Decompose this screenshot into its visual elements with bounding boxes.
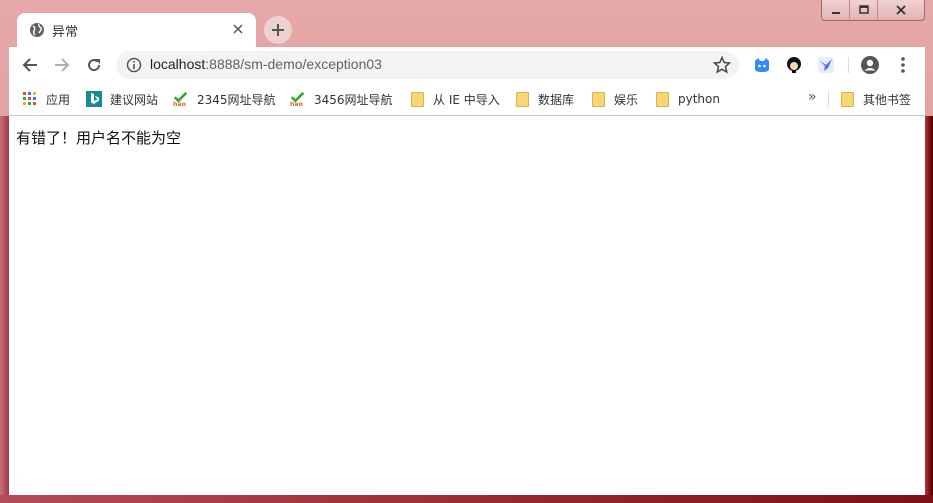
bookmark-other-bookmarks[interactable]: 其他书签	[839, 89, 911, 109]
bookmark-label: 娱乐	[614, 92, 639, 107]
browser-tab[interactable]: 异常	[17, 13, 256, 47]
bookmark-label: python	[678, 92, 720, 106]
bookmark-label: 数据库	[538, 92, 575, 107]
reload-icon	[88, 59, 101, 72]
error-message: 有错了！用户名不能为空	[16, 129, 182, 147]
arrow-right-icon	[55, 58, 70, 72]
folder-icon	[590, 91, 606, 107]
bookmark-label: 应用	[46, 92, 71, 107]
bookmark-folder-database[interactable]: 数据库	[514, 89, 574, 109]
bookmarks-overflow-button[interactable]: »	[808, 89, 817, 105]
folder-icon	[654, 91, 670, 107]
star-icon[interactable]	[713, 56, 731, 74]
svg-text:hao: hao	[173, 101, 186, 107]
bookmark-label: 建议网站	[110, 92, 159, 107]
bookmark-folder-python[interactable]: python	[654, 89, 720, 109]
profile-button[interactable]	[860, 55, 880, 75]
bookmark-folder-ie-import[interactable]: 从 IE 中导入	[409, 89, 500, 109]
bookmark-label: 其他书签	[863, 92, 912, 107]
arrow-left-icon	[22, 58, 37, 72]
bookmark-label: 2345网址导航	[197, 92, 276, 107]
minimize-icon	[831, 11, 840, 14]
extension-bird-button[interactable]	[816, 55, 836, 75]
more-vert-icon	[901, 57, 905, 73]
info-icon	[126, 57, 142, 73]
address-bar[interactable]: localhost:8888/sm-demo/exception03	[116, 51, 739, 79]
tab-title: 异常	[52, 25, 79, 40]
close-icon	[233, 24, 243, 34]
hao-icon: hao	[290, 91, 306, 107]
bookmark-3456[interactable]: hao 3456网址导航	[290, 89, 393, 109]
hao-icon: hao	[173, 91, 189, 107]
reload-button[interactable]	[82, 53, 106, 77]
bookmark-label: 3456网址导航	[314, 92, 393, 107]
page-content: 有错了！用户名不能为空	[9, 116, 925, 495]
extension-avatar-button[interactable]	[784, 55, 804, 75]
window-controls	[821, 0, 925, 21]
bookmark-apps[interactable]: 应用	[22, 89, 70, 109]
bookmarks-separator	[828, 91, 829, 107]
plus-icon	[272, 24, 284, 36]
new-tab-button[interactable]	[264, 16, 292, 44]
bookmark-suggested-sites[interactable]: 建议网站	[86, 89, 158, 109]
bird-icon	[818, 57, 834, 73]
avatar-ext-icon	[787, 57, 801, 73]
bot-icon	[755, 58, 769, 72]
svg-text:hao: hao	[290, 101, 303, 107]
bookmark-folder-entertainment[interactable]: 娱乐	[590, 89, 638, 109]
back-button[interactable]	[18, 53, 42, 77]
bookmark-label: 从 IE 中导入	[433, 92, 500, 107]
close-icon	[896, 4, 906, 15]
close-window-button[interactable]	[877, 0, 924, 19]
apps-grid-icon	[22, 91, 38, 107]
url-text: localhost:8888/sm-demo/exception03	[150, 56, 382, 72]
toolbar-separator	[848, 57, 849, 73]
bing-icon	[86, 91, 102, 107]
folder-icon	[409, 91, 425, 107]
minimize-button[interactable]	[822, 0, 849, 19]
folder-icon	[839, 91, 855, 107]
browser-toolbar: localhost:8888/sm-demo/exception03	[9, 47, 925, 83]
tab-close-button[interactable]	[230, 21, 246, 37]
bookmark-2345[interactable]: hao 2345网址导航	[173, 89, 276, 109]
account-icon	[861, 56, 879, 74]
maximize-icon	[858, 4, 869, 14]
window-frame-left	[0, 116, 9, 503]
extension-bot-button[interactable]	[752, 55, 772, 75]
url-path: :8888/sm-demo/exception03	[205, 56, 382, 72]
url-host: localhost	[150, 56, 206, 72]
window-frame-bottom	[0, 495, 933, 503]
bookmarks-bar: 应用 建议网站 hao 2345网址导航 hao 3456网址导航 从 IE 中…	[9, 83, 925, 116]
menu-button[interactable]	[893, 55, 913, 75]
maximize-button[interactable]	[849, 0, 877, 19]
forward-button[interactable]	[50, 53, 74, 77]
folder-icon	[514, 91, 530, 107]
globe-icon	[30, 23, 44, 37]
window-frame-right	[925, 116, 933, 503]
